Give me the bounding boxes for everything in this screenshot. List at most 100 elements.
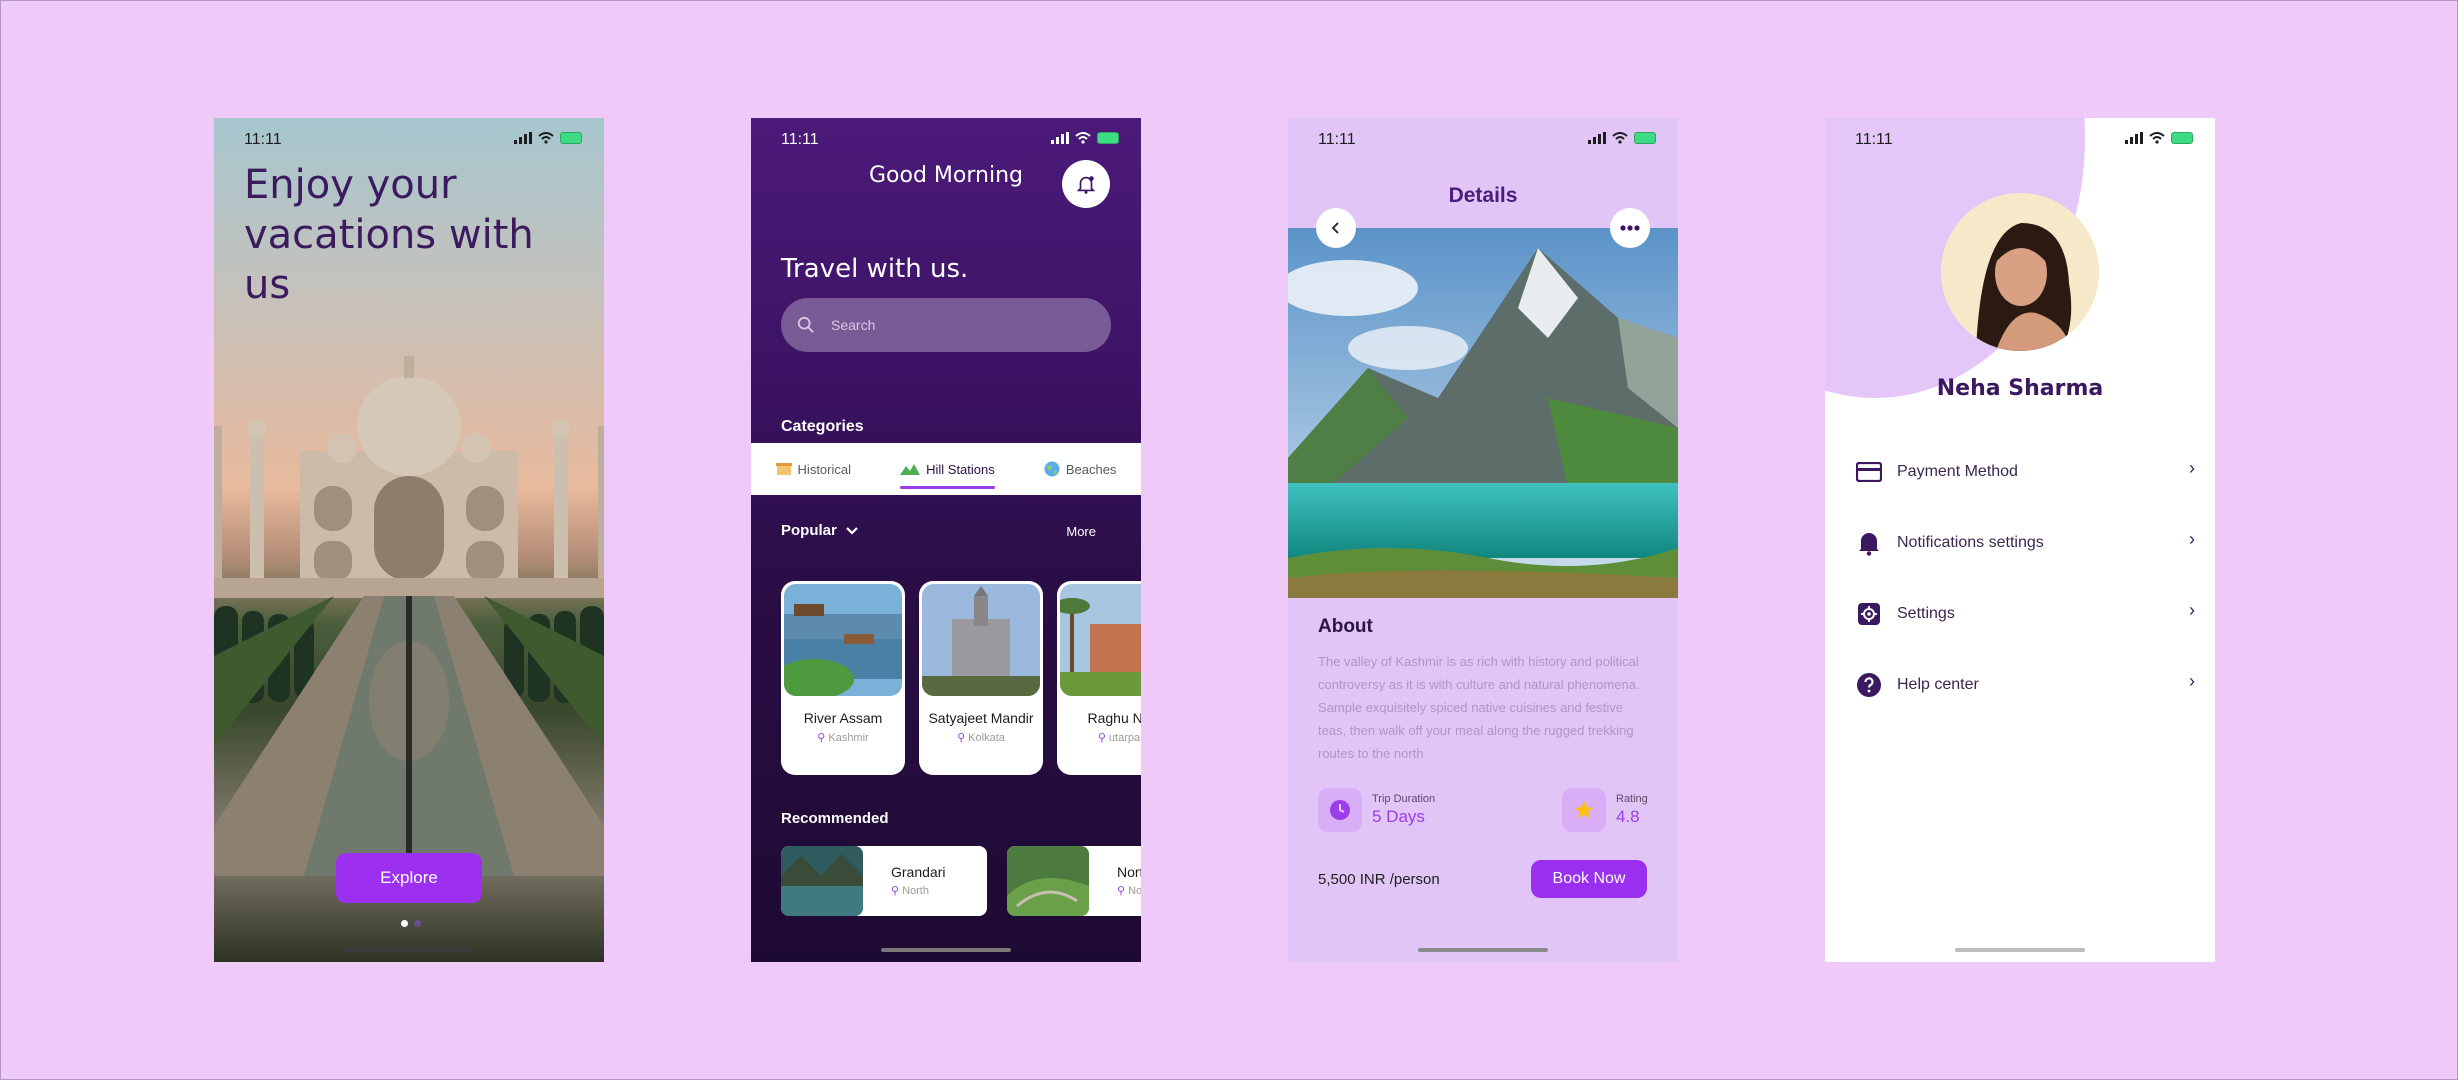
details-screen: 11:11 Details About The valley of Kashmi… [1288, 118, 1678, 962]
user-name: Neha Sharma [1936, 376, 2104, 401]
menu-item-settings[interactable]: Settings › [1855, 578, 2195, 649]
explore-button[interactable]: Explore [336, 853, 482, 903]
search-input[interactable] [829, 316, 1093, 334]
battery-icon [560, 132, 582, 144]
category-tabs: Historical Hill Stations Beaches [751, 443, 1141, 495]
search-icon [797, 316, 814, 333]
trip-duration-stat: Trip Duration 5 Days [1318, 788, 1435, 832]
clock-icon [1318, 788, 1362, 832]
raghu-image [1060, 584, 1141, 696]
signal-icon [1588, 132, 1606, 144]
rating-stat: Rating 4.8 [1562, 788, 1648, 832]
chevron-right-icon: › [2189, 529, 2195, 549]
more-options-button[interactable] [1610, 208, 1650, 248]
signal-icon [514, 132, 532, 144]
card-title: Raghu Na [1087, 710, 1141, 726]
recommended-heading: Recommended [781, 810, 889, 827]
profile-screen: 11:11 Neha Sharma Payment Method › Notif… [1825, 118, 2215, 962]
credit-card-icon [1855, 458, 1883, 486]
home-screen: 11:11 Good Morning Travel with us. Categ… [751, 118, 1141, 962]
popular-heading: Popular [781, 522, 837, 539]
popular-dropdown[interactable]: Popular [781, 522, 859, 539]
globe-icon [1044, 461, 1060, 477]
location-pin-icon: ⚲ [891, 885, 900, 897]
battery-icon [2171, 132, 2193, 144]
card-location: ⚲ Kashmir [817, 732, 869, 744]
onboarding-screen: 11:11 Enjoy your vacations with us Explo… [214, 118, 604, 962]
more-horizontal-icon [1620, 225, 1640, 231]
signal-icon [2125, 132, 2143, 144]
recommended-title: Nort [1117, 864, 1141, 880]
star-icon [1562, 788, 1606, 832]
book-now-button[interactable]: Book Now [1531, 860, 1647, 898]
battery-icon [1634, 132, 1656, 144]
stat-label: Trip Duration [1372, 793, 1436, 805]
menu-item-label: Payment Method [1897, 462, 2018, 480]
satyajeet-mandir-image [922, 584, 1040, 696]
north-image [1007, 846, 1089, 916]
recommended-card[interactable]: Grandari ⚲ North [781, 846, 987, 916]
home-indicator [1418, 948, 1548, 952]
location-pin-icon: ⚲ [957, 732, 966, 744]
tab-beaches[interactable]: Beaches [1044, 443, 1117, 495]
wifi-icon [1612, 132, 1628, 144]
menu-item-payment-method[interactable]: Payment Method › [1855, 436, 2195, 507]
stat-value: 5 Days [1372, 807, 1425, 826]
tab-label: Historical [797, 461, 852, 477]
card-location: ⚲ Kolkata [957, 732, 1005, 744]
status-bar: 11:11 [1288, 118, 1678, 162]
status-bar: 11:11 [751, 118, 1141, 162]
home-indicator [881, 948, 1011, 952]
popular-card[interactable]: River Assam ⚲ Kashmir [781, 581, 905, 775]
price-label: 5,500 INR /person [1318, 871, 1440, 888]
gear-icon [1855, 600, 1883, 628]
chevron-right-icon: › [2189, 600, 2195, 620]
onboarding-title: Enjoy your vacations with us [244, 162, 534, 308]
profile-menu: Payment Method › Notifications settings … [1855, 436, 2195, 720]
page-indicator[interactable] [401, 920, 421, 927]
chevron-right-icon: › [2189, 671, 2195, 691]
recommended-location: ⚲ No [1117, 885, 1141, 897]
card-location: ⚲ utarpa [1097, 732, 1141, 744]
menu-item-label: Help center [1897, 675, 1979, 693]
more-link[interactable]: More [1066, 524, 1096, 539]
stat-value: 4.8 [1616, 807, 1640, 826]
popular-list: River Assam ⚲ Kashmir Satyajeet Mandir ⚲ K… [781, 581, 1141, 775]
building-icon [775, 463, 792, 475]
chevron-left-icon [1331, 222, 1339, 234]
popular-card[interactable]: Raghu Na ⚲utarpa [1057, 581, 1141, 775]
bell-icon [1855, 529, 1883, 557]
location-pin-icon: ⚲ [817, 732, 826, 744]
recommended-list: Grandari ⚲ North Nort ⚲ No [781, 846, 1141, 916]
status-time: 11:11 [1855, 131, 1893, 148]
battery-icon [1097, 132, 1119, 144]
search-bar[interactable] [781, 298, 1111, 352]
page-dot[interactable] [414, 920, 421, 927]
categories-heading: Categories [781, 418, 864, 435]
tab-label: Beaches [1065, 461, 1117, 477]
menu-item-help-center[interactable]: Help center › [1855, 649, 2195, 720]
wifi-icon [2149, 132, 2165, 144]
chevron-right-icon: › [2189, 458, 2195, 478]
card-title: Satyajeet Mandir [928, 710, 1034, 726]
signal-icon [1051, 132, 1069, 144]
recommended-card[interactable]: Nort ⚲ No [1007, 846, 1141, 916]
kashmir-hero-image [1288, 228, 1678, 598]
about-heading: About [1318, 616, 1373, 637]
help-icon [1855, 671, 1883, 699]
tab-label: Hill Stations [926, 461, 995, 477]
back-button[interactable] [1316, 208, 1356, 248]
popular-card[interactable]: Satyajeet Mandir ⚲ Kolkata [919, 581, 1043, 775]
tab-hill-stations[interactable]: Hill Stations [900, 443, 995, 495]
tab-historical[interactable]: Historical [775, 443, 852, 495]
bell-icon [1076, 176, 1096, 194]
avatar[interactable] [1941, 193, 2099, 351]
menu-item-notifications-settings[interactable]: Notifications settings › [1855, 507, 2195, 578]
page-title: Details [1448, 184, 1518, 207]
mountain-icon [900, 464, 921, 475]
location-pin-icon: ⚲ [1117, 885, 1126, 897]
menu-item-label: Settings [1897, 604, 1955, 622]
recommended-location: ⚲ North [891, 885, 929, 897]
page-dot-active[interactable] [401, 920, 408, 927]
notifications-button[interactable] [1062, 160, 1110, 208]
